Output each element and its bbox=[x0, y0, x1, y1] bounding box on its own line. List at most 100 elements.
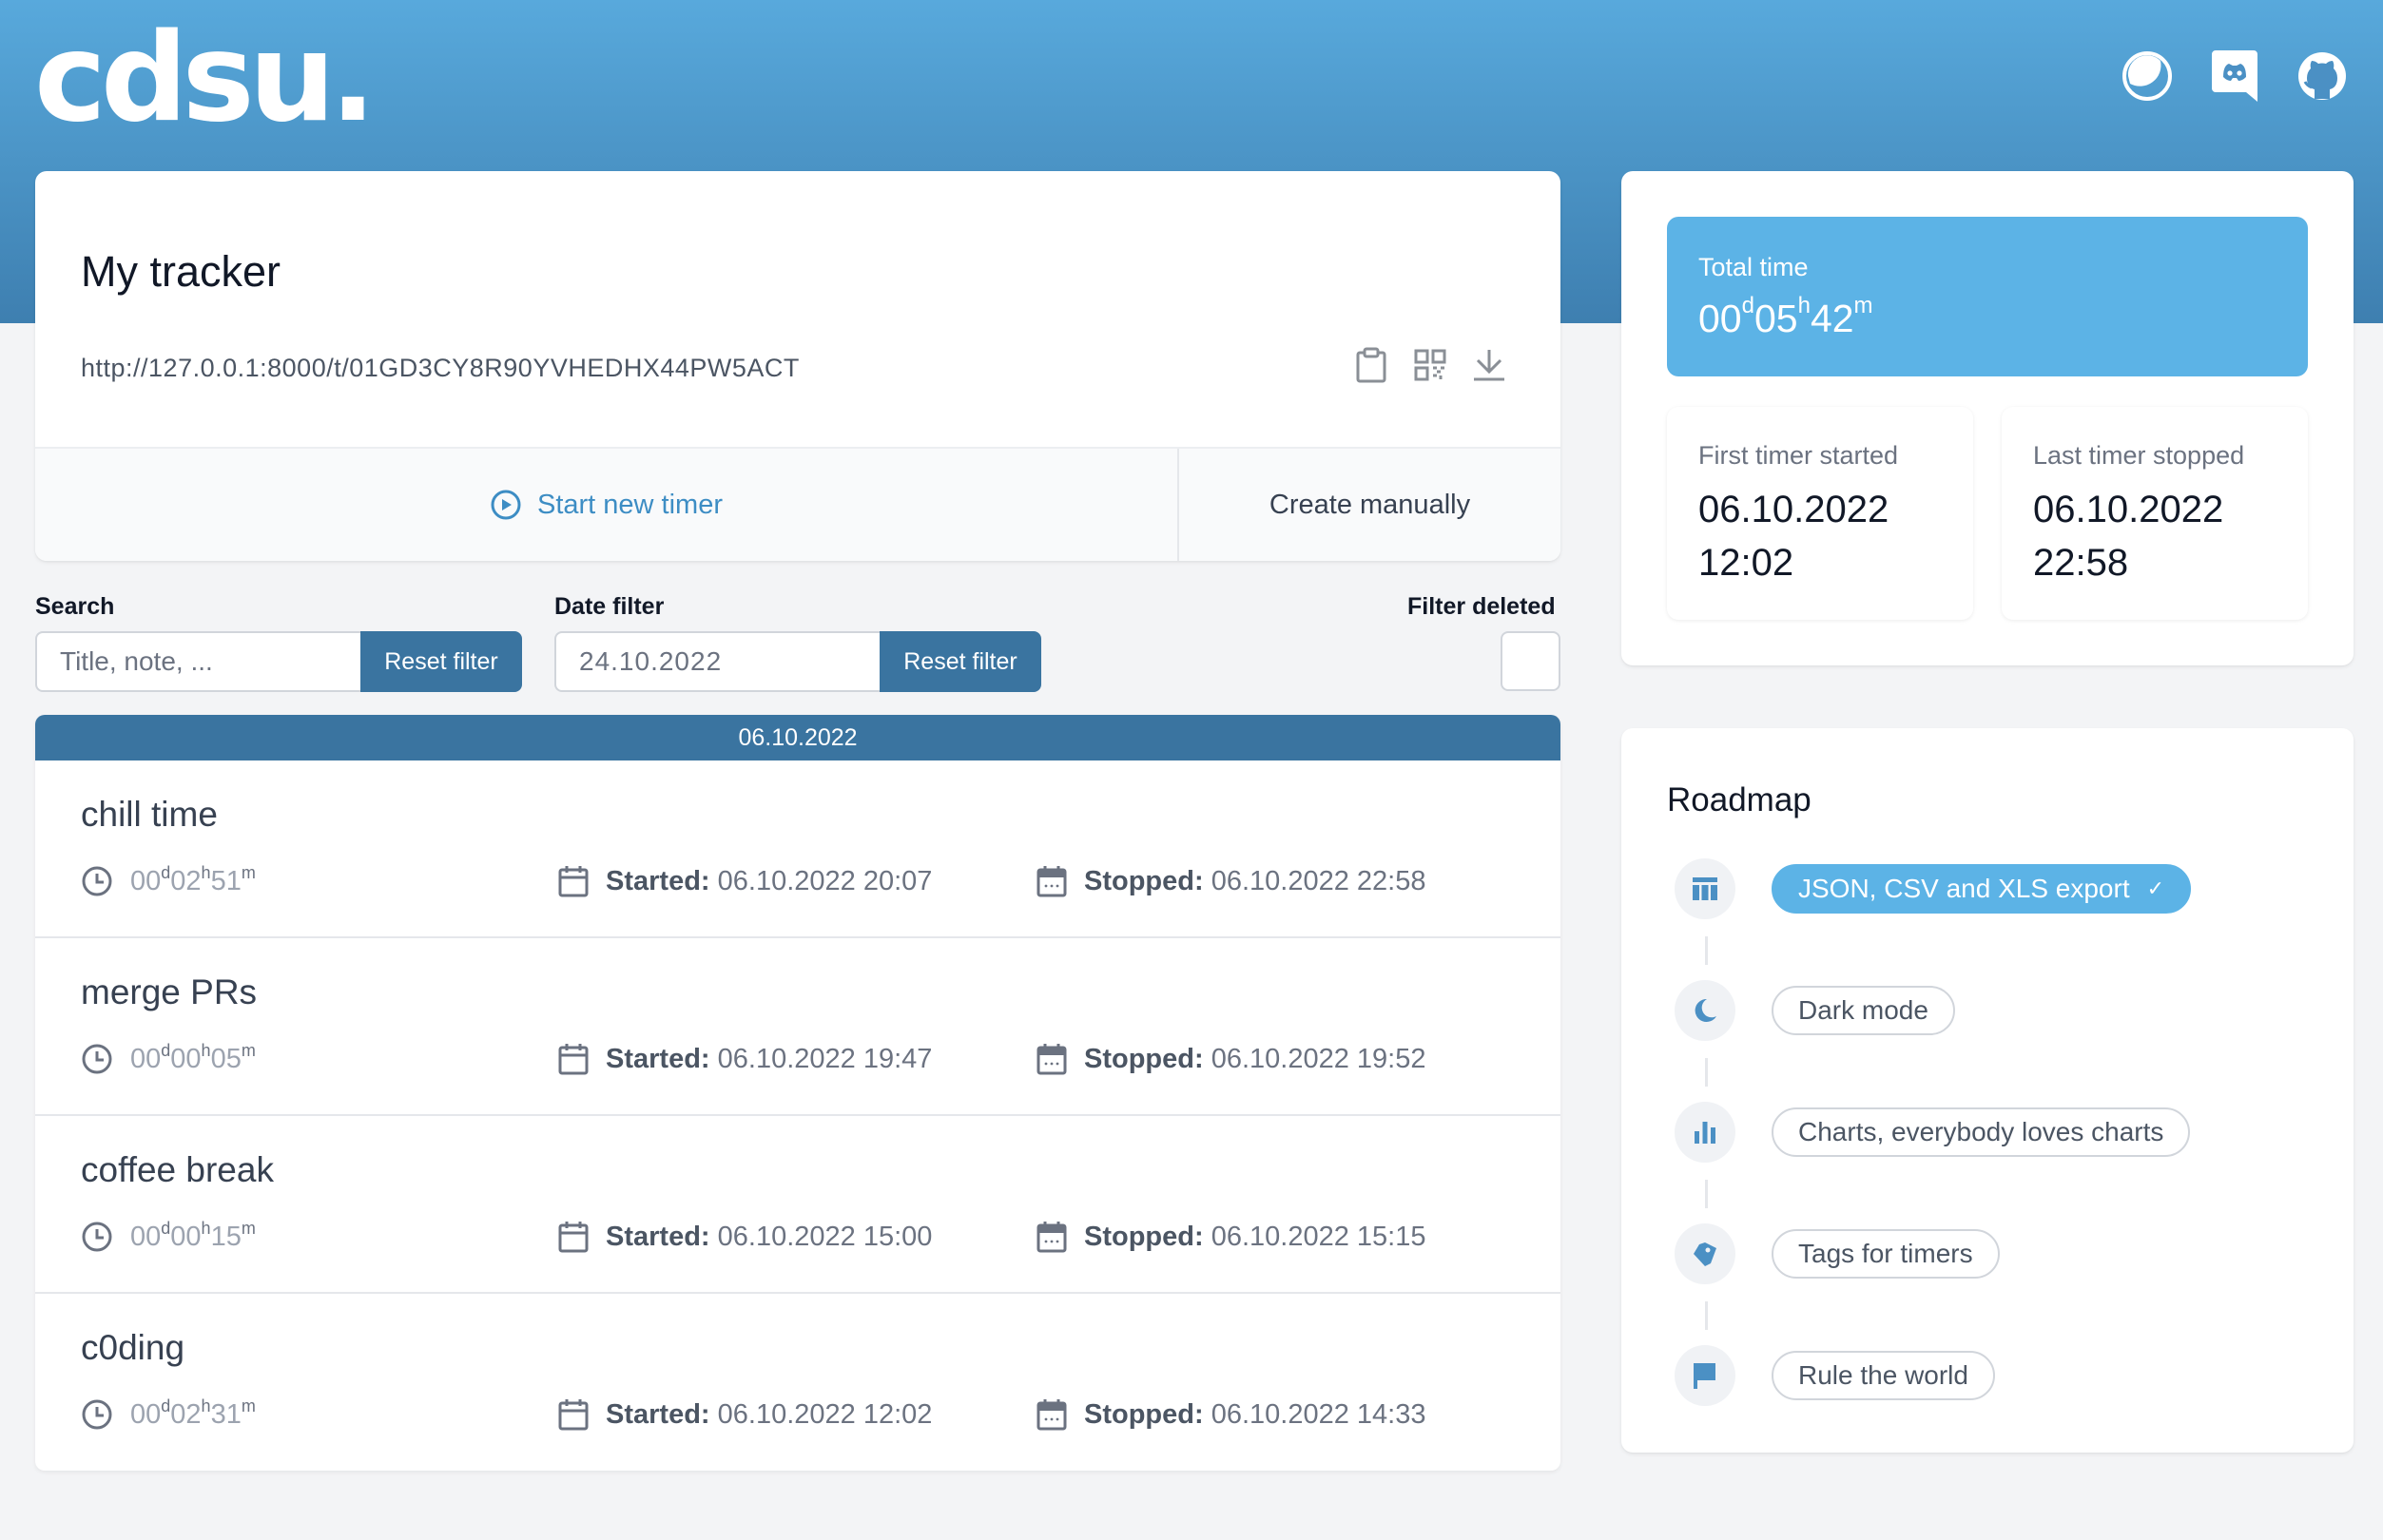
timer-started: Started: 06.10.2022 19:47 bbox=[558, 1043, 932, 1075]
roadmap-title: Roadmap bbox=[1667, 781, 1811, 818]
total-time-box: Total time 00d05h42m bbox=[1667, 217, 2308, 376]
url-actions bbox=[1353, 346, 1507, 384]
timer-row[interactable]: merge PRs 00d00h05m Started: 06.10.2022 … bbox=[35, 938, 1560, 1116]
tracker-title: My tracker bbox=[81, 247, 281, 296]
table-icon bbox=[1675, 858, 1735, 919]
calendar-icon bbox=[558, 1222, 589, 1253]
timer-duration: 00d00h05m bbox=[81, 1040, 256, 1075]
search-label: Search bbox=[35, 593, 115, 620]
total-time-label: Total time bbox=[1698, 253, 1809, 281]
download-icon[interactable] bbox=[1471, 346, 1507, 384]
play-circle-icon bbox=[491, 490, 521, 520]
roadmap-pill[interactable]: JSON, CSV and XLS export ✓ bbox=[1772, 864, 2192, 914]
start-new-timer-button[interactable]: Start new timer bbox=[35, 449, 1179, 561]
search-input[interactable] bbox=[35, 631, 360, 692]
calendar-icon bbox=[558, 1399, 589, 1431]
timer-started: Started: 06.10.2022 15:00 bbox=[558, 1221, 932, 1253]
calendar-filled-icon bbox=[1037, 1222, 1067, 1253]
check-icon: ✓ bbox=[2146, 876, 2165, 900]
timer-row[interactable]: chill time 00d02h51m Started: 06.10.2022… bbox=[35, 760, 1560, 938]
roadmap-pill[interactable]: Rule the world bbox=[1772, 1351, 1995, 1400]
tag-icon bbox=[1675, 1223, 1735, 1284]
timer-title: coffee break bbox=[81, 1150, 274, 1189]
github-icon[interactable] bbox=[2296, 49, 2349, 103]
discord-icon[interactable] bbox=[2208, 49, 2261, 103]
clock-icon bbox=[82, 866, 112, 896]
duration-value: 00d00h15m bbox=[130, 1218, 256, 1252]
roadmap-connector bbox=[1705, 1301, 1708, 1330]
tracker-actions: Start new timer Create manually bbox=[35, 447, 1560, 561]
timer-group-date: 06.10.2022 bbox=[35, 715, 1560, 760]
roadmap-pill-label: Rule the world bbox=[1798, 1360, 1968, 1390]
filter-deleted-checkbox[interactable] bbox=[1501, 631, 1560, 691]
timer-title: chill time bbox=[81, 795, 218, 834]
timer-started: Started: 06.10.2022 12:02 bbox=[558, 1398, 932, 1431]
qr-code-icon[interactable] bbox=[1412, 346, 1448, 384]
search-filter: Reset filter bbox=[35, 631, 522, 692]
duration-value: 00d02h51m bbox=[130, 862, 256, 896]
timer-row[interactable]: coffee break 00d00h15m Started: 06.10.20… bbox=[35, 1116, 1560, 1294]
roadmap-connector bbox=[1705, 1058, 1708, 1087]
header-icons bbox=[2121, 49, 2349, 103]
last-timer-label: Last timer stopped bbox=[2033, 441, 2245, 470]
clock-icon bbox=[82, 1399, 112, 1430]
roadmap-connector bbox=[1705, 936, 1708, 965]
logo[interactable]: cdsu. bbox=[34, 18, 376, 140]
date-filter: Reset filter bbox=[554, 631, 1041, 692]
total-time-value: 00d05h42m bbox=[1698, 293, 1873, 341]
calendar-filled-icon bbox=[1037, 866, 1067, 897]
roadmap-pill-label: Dark mode bbox=[1798, 995, 1928, 1025]
date-filter-input[interactable] bbox=[554, 631, 880, 692]
first-timer-value: 06.10.2022 12:02 bbox=[1698, 489, 1889, 584]
timer-row[interactable]: c0ding 00d02h31m Started: 06.10.2022 12:… bbox=[35, 1294, 1560, 1471]
roadmap-item: Charts, everybody loves charts bbox=[1675, 1102, 2191, 1163]
calendar-filled-icon bbox=[1037, 1399, 1067, 1431]
calendar-filled-icon bbox=[1037, 1044, 1067, 1075]
roadmap-pill[interactable]: Tags for timers bbox=[1772, 1229, 2000, 1279]
tracker-url[interactable]: http://127.0.0.1:8000/t/01GD3CY8R90YVHED… bbox=[81, 354, 800, 383]
calendar-icon bbox=[558, 866, 589, 897]
stats-card: Total time 00d05h42m First timer started… bbox=[1621, 171, 2354, 665]
duration-value: 00d00h05m bbox=[130, 1040, 256, 1074]
clipboard-icon[interactable] bbox=[1353, 346, 1389, 384]
timer-duration: 00d02h51m bbox=[81, 862, 256, 897]
first-timer-label: First timer started bbox=[1698, 441, 1899, 470]
timer-stopped: Stopped: 06.10.2022 15:15 bbox=[1037, 1221, 1426, 1253]
timer-duration: 00d02h31m bbox=[81, 1396, 256, 1431]
start-new-timer-label: Start new timer bbox=[537, 489, 723, 520]
timer-meta: 00d00h15m Started: 06.10.2022 15:00 Stop… bbox=[81, 1218, 1507, 1259]
first-timer-box: First timer started 06.10.2022 12:02 bbox=[1667, 407, 1973, 620]
roadmap-pill-label: Tags for timers bbox=[1798, 1239, 1973, 1268]
tracker-card: My tracker http://127.0.0.1:8000/t/01GD3… bbox=[35, 171, 1560, 561]
timer-title: merge PRs bbox=[81, 972, 258, 1011]
timer-started: Started: 06.10.2022 20:07 bbox=[558, 865, 932, 897]
create-manually-button[interactable]: Create manually bbox=[1179, 449, 1560, 561]
calendar-icon bbox=[558, 1044, 589, 1075]
duration-value: 00d02h31m bbox=[130, 1396, 256, 1430]
timer-stopped: Stopped: 06.10.2022 14:33 bbox=[1037, 1398, 1426, 1431]
roadmap-pill[interactable]: Charts, everybody loves charts bbox=[1772, 1107, 2191, 1157]
roadmap-item: JSON, CSV and XLS export ✓ bbox=[1675, 858, 2192, 919]
timer-title: c0ding bbox=[81, 1328, 185, 1367]
roadmap-pill-label: JSON, CSV and XLS export bbox=[1798, 874, 2130, 903]
moon-icon bbox=[1675, 980, 1735, 1041]
timer-stopped: Stopped: 06.10.2022 22:58 bbox=[1037, 865, 1426, 897]
roadmap-pill-label: Charts, everybody loves charts bbox=[1798, 1117, 2164, 1146]
timer-meta: 00d00h05m Started: 06.10.2022 19:47 Stop… bbox=[81, 1040, 1507, 1081]
timer-stopped: Stopped: 06.10.2022 19:52 bbox=[1037, 1043, 1426, 1075]
bar-chart-icon bbox=[1675, 1102, 1735, 1163]
roadmap-card: Roadmap bbox=[1621, 728, 2354, 1453]
date-filter-label: Date filter bbox=[554, 593, 665, 620]
clock-icon bbox=[82, 1222, 112, 1252]
date-reset-button[interactable]: Reset filter bbox=[880, 631, 1041, 692]
roadmap-item: Tags for timers bbox=[1675, 1223, 2000, 1284]
flag-icon bbox=[1675, 1345, 1735, 1406]
last-timer-box: Last timer stopped 06.10.2022 22:58 bbox=[2002, 407, 2308, 620]
timer-meta: 00d02h51m Started: 06.10.2022 20:07 Stop… bbox=[81, 862, 1507, 903]
roadmap-pill[interactable]: Dark mode bbox=[1772, 986, 1955, 1035]
clock-icon bbox=[82, 1044, 112, 1074]
timer-list: 06.10.2022 chill time 00d02h51m Started:… bbox=[35, 715, 1560, 1471]
roadmap-item: Rule the world bbox=[1675, 1345, 1995, 1406]
search-reset-button[interactable]: Reset filter bbox=[360, 631, 522, 692]
theme-toggle-icon[interactable] bbox=[2121, 49, 2174, 103]
